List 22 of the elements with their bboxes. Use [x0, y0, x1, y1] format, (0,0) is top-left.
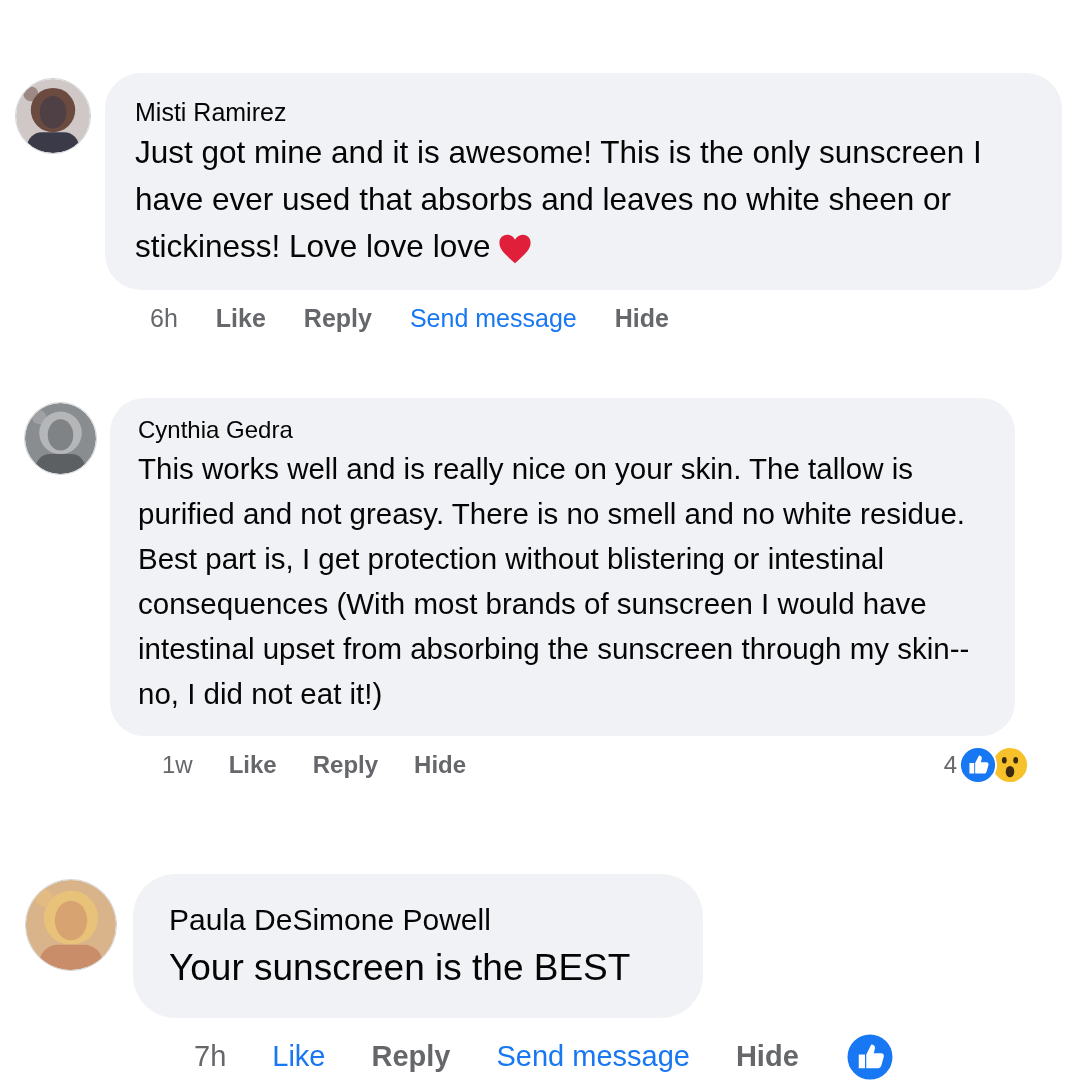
commenter-name[interactable]: Misti Ramirez [135, 95, 1032, 129]
reaction-count[interactable]: 4 [943, 746, 957, 783]
reply-button[interactable]: Reply [371, 1034, 451, 1079]
like-button[interactable]: Like [272, 1034, 326, 1079]
reply-button[interactable]: Reply [312, 746, 379, 783]
commenter-name[interactable]: Cynthia Gedra [138, 413, 987, 446]
send-message-link[interactable]: Send message [409, 300, 577, 338]
like-button[interactable]: Like [215, 300, 266, 338]
hide-button[interactable]: Hide [414, 746, 467, 783]
comment-time[interactable]: 7h [194, 1034, 227, 1079]
comment-time[interactable]: 1w [162, 746, 193, 783]
reply-button[interactable]: Reply [303, 300, 372, 338]
commenter-name[interactable]: Paula DeSimone Powell [169, 899, 667, 940]
hide-button[interactable]: Hide [735, 1034, 799, 1079]
like-button[interactable]: Like [228, 746, 277, 783]
comment-text: Just got mine and it is awesome! This is the only sunscreen I have ever used that absorbs and leaves no white sheen or stickiness! Love love love [135, 133, 983, 268]
comment-text: Your sunscreen is the BEST [169, 945, 632, 990]
comment-time[interactable]: 6h [150, 300, 178, 338]
send-message-link[interactable]: Send message [496, 1034, 690, 1079]
hide-button[interactable]: Hide [614, 300, 669, 338]
thumbs-up-icon [959, 745, 997, 784]
comment-text: This works well and is really nice on your skin. The tallow is purified and not greasy. There is no smell and no white residue. Best part is, I get protection without blistering or intestinal consequences (With most brands of sunscreen I would have intestinal upset from absorbing the sunscreen through my skin--no, I did not eat it!) [138, 450, 971, 712]
